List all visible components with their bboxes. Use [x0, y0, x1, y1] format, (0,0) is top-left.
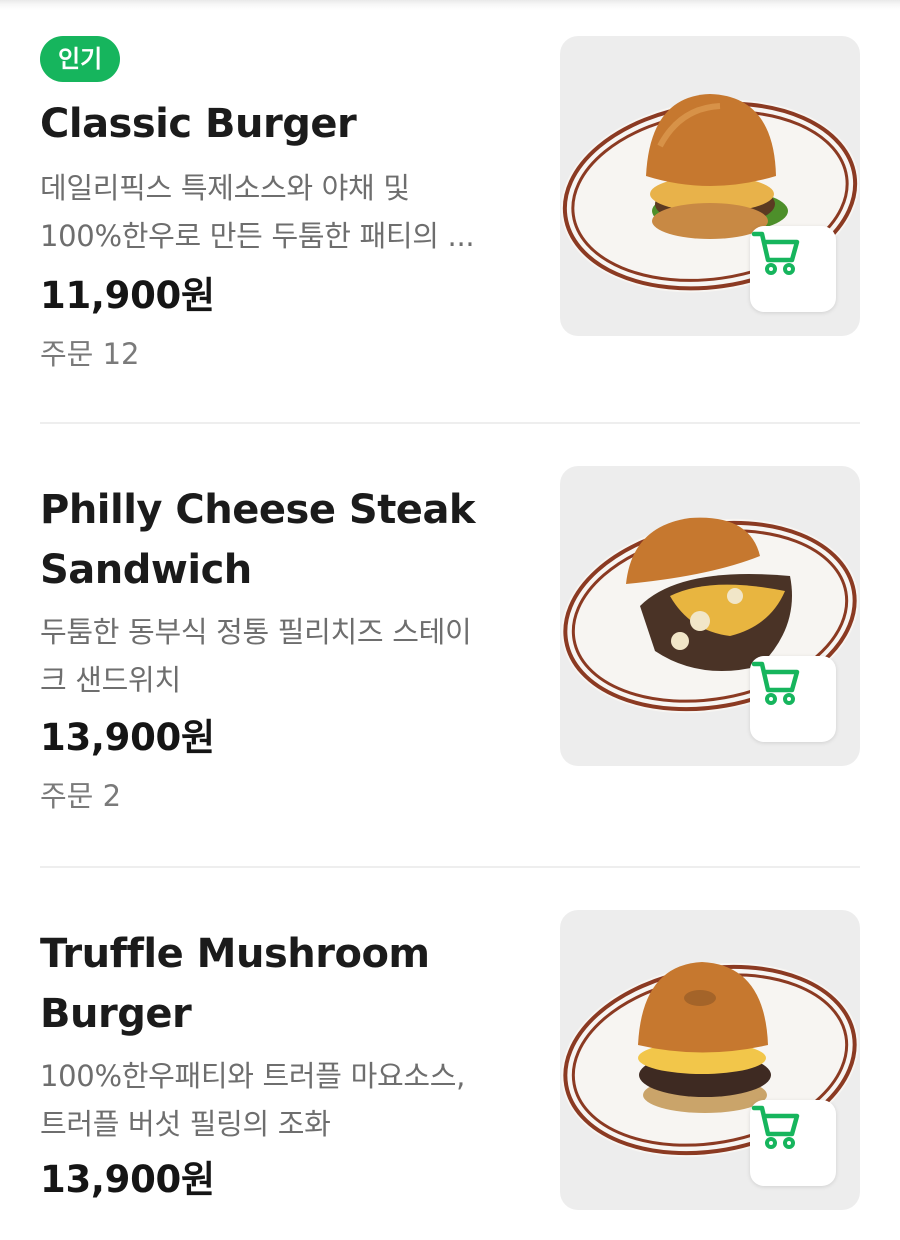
menu-item-classic-burger[interactable]: 인기 Classic Burger 데일리픽스 특제소스와 야채 및 100%한… [40, 36, 860, 426]
menu-item-name: Truffle Mushroom Burger [40, 924, 520, 1044]
description-line: 크 샌드위치 [40, 663, 181, 697]
item-divider [40, 866, 860, 868]
description-line: 100%한우로 만든 두툼한 패티의 ... [40, 219, 475, 253]
cart-icon [751, 661, 800, 705]
menu-item-description: 100%한우패티와 트러플 마요소스, 트러플 버섯 필링의 조화 [40, 1052, 510, 1148]
menu-item-name-line: Philly Cheese Steak [40, 487, 476, 533]
menu-item-name-line: Burger [40, 991, 192, 1037]
menu-item-name: Classic Burger [40, 94, 520, 154]
menu-item-price: 13,900원 [40, 1158, 215, 1201]
menu-item-image[interactable] [560, 910, 860, 1210]
menu-item-name-line: Classic Burger [40, 101, 357, 147]
top-shadow-edge [0, 0, 900, 10]
add-to-cart-button[interactable] [750, 656, 836, 742]
add-to-cart-button[interactable] [750, 226, 836, 312]
menu-item-price: 11,900원 [40, 274, 215, 317]
menu-item-price: 13,900원 [40, 716, 215, 759]
menu-item-name-line: Sandwich [40, 547, 252, 593]
order-count: 주문 2 [40, 779, 122, 813]
popular-badge: 인기 [40, 36, 121, 82]
description-line: 두툼한 동부식 정통 필리치즈 스테이 [40, 615, 472, 649]
add-to-cart-button[interactable] [750, 1100, 836, 1186]
menu-item-name-line: Truffle Mushroom [40, 931, 430, 977]
menu-item-truffle-mushroom-burger[interactable]: Truffle Mushroom Burger 100%한우패티와 트러플 마요… [40, 910, 860, 1240]
menu-item-image[interactable] [560, 466, 860, 766]
order-count: 주문 12 [40, 337, 140, 371]
description-line: 100%한우패티와 트러플 마요소스, [40, 1059, 466, 1093]
description-line: 데일리픽스 특제소스와 야채 및 [40, 171, 410, 205]
description-line: 트러플 버섯 필링의 조화 [40, 1107, 331, 1141]
menu-item-description: 두툼한 동부식 정통 필리치즈 스테이 크 샌드위치 [40, 608, 510, 704]
menu-item-philly-cheese-steak[interactable]: Philly Cheese Steak Sandwich 두툼한 동부식 정통 … [40, 466, 860, 868]
menu-item-name: Philly Cheese Steak Sandwich [40, 480, 510, 600]
item-divider [40, 422, 860, 424]
menu-item-image[interactable] [560, 36, 860, 336]
menu-item-description: 데일리픽스 특제소스와 야채 및 100%한우로 만든 두툼한 패티의 ... [40, 164, 510, 260]
cart-icon [751, 1105, 800, 1149]
cart-icon [751, 231, 800, 275]
